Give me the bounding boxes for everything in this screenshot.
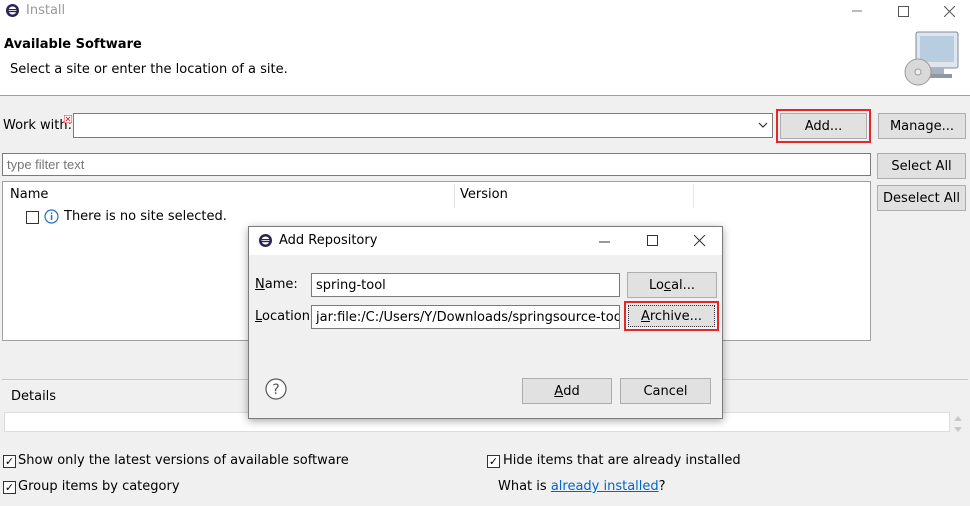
column-divider <box>454 184 455 208</box>
question-mark-text: ? <box>658 479 666 494</box>
hide-installed-checkbox[interactable]: ✓ <box>487 455 500 468</box>
work-with-combo[interactable] <box>73 113 773 138</box>
deselect-all-button[interactable]: Deselect All <box>877 185 966 211</box>
location-field[interactable]: jar:file:/C:/Users/Y/Downloads/springsou… <box>311 305 620 329</box>
page-title: Available Software <box>4 37 142 52</box>
already-installed-link[interactable]: already installed <box>551 479 659 494</box>
show-latest-label: Show only the latest versions of availab… <box>18 453 349 468</box>
help-glyph: ? <box>272 382 279 398</box>
name-field-value: spring-tool <box>316 277 386 293</box>
dialog-title: Add Repository <box>279 233 378 248</box>
archive-button[interactable]: Archive... <box>628 305 715 327</box>
details-label: Details <box>11 389 57 404</box>
local-button[interactable]: Lo c al... <box>627 272 717 298</box>
details-scrollbar[interactable] <box>952 414 964 434</box>
hide-installed-label: Hide items that are already installed <box>503 453 741 468</box>
table-row-empty-message: There is no site selected. <box>64 209 227 224</box>
install-monitor-icon <box>902 28 962 90</box>
name-field[interactable]: spring-tool <box>311 273 620 297</box>
minimize-button[interactable] <box>834 0 880 22</box>
dialog-add-button[interactable]: Add <box>522 378 612 404</box>
add-site-button[interactable]: Add... <box>780 113 867 139</box>
eclipse-icon <box>258 233 273 248</box>
window-titlebar: Install <box>0 0 970 22</box>
page-subtitle: Select a site or enter the location of a… <box>10 62 288 77</box>
dialog-cancel-button[interactable]: Cancel <box>620 378 711 404</box>
eclipse-icon <box>5 3 20 18</box>
column-header-name[interactable]: Name <box>10 187 48 202</box>
show-latest-checkbox[interactable]: ✓ <box>3 455 16 468</box>
work-with-label: Work with: <box>3 118 73 133</box>
close-button[interactable] <box>926 0 970 22</box>
dialog-minimize-button[interactable] <box>599 236 611 246</box>
filter-input[interactable] <box>2 153 871 176</box>
column-divider <box>693 184 694 208</box>
help-icon[interactable]: ? <box>265 378 287 400</box>
location-field-value: jar:file:/C:/Users/Y/Downloads/springsou… <box>316 309 620 325</box>
dialog-maximize-button[interactable] <box>647 235 659 247</box>
what-is-installed-text: What is already installed? <box>498 479 666 494</box>
group-by-category-checkbox[interactable]: ✓ <box>3 481 16 494</box>
chevron-down-icon[interactable] <box>757 119 769 131</box>
name-label: Name: <box>255 277 298 292</box>
manage-button[interactable]: Manage... <box>878 113 966 139</box>
column-header-version[interactable]: Version <box>460 187 508 202</box>
what-is-prefix: What is <box>498 479 551 494</box>
group-by-category-label: Group items by category <box>18 479 180 494</box>
wizard-header <box>0 22 970 96</box>
add-repository-dialog: Add Repository Name: spring-tool Lo c al..… <box>248 226 723 419</box>
row-checkbox[interactable] <box>26 211 39 224</box>
window-title: Install <box>26 3 66 18</box>
select-all-button[interactable]: Select All <box>877 153 966 179</box>
info-icon <box>44 209 59 224</box>
maximize-button[interactable] <box>880 0 926 22</box>
dialog-titlebar: Add Repository <box>249 227 722 255</box>
location-label: Location: <box>255 309 315 324</box>
error-decoration-icon <box>63 112 73 124</box>
dialog-close-button[interactable] <box>693 234 706 247</box>
